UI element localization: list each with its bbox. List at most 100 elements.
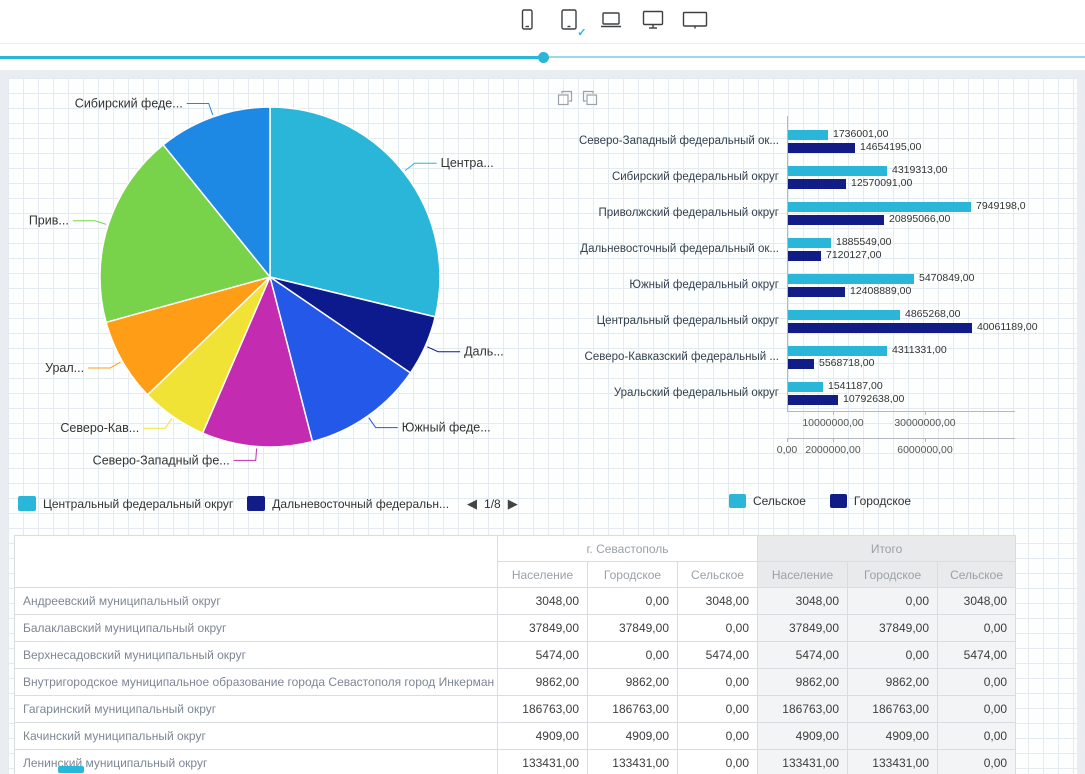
legend-item-urban[interactable]: Городское [830,494,911,508]
value-cell: 0,00 [938,723,1016,750]
value-cell: 0,00 [588,588,678,615]
pie-label-line [427,347,460,352]
pager-prev-button[interactable]: ◀ [467,497,477,510]
pie-slice-label: Северо-Кав... [60,421,139,435]
value-cell: 37849,00 [588,615,678,642]
bar-y-axis [787,116,788,411]
data-table-widget[interactable]: г. Севастополь Итого Население Городское… [14,535,1015,774]
value-cell: 133431,00 [758,750,848,774]
urban-bar[interactable] [788,287,845,297]
rural-bar-value: 4319313,00 [892,165,947,176]
urban-bar[interactable] [788,179,846,189]
table-row: Ленинский муниципальный округ133431,0013… [15,750,1016,774]
pie-slice-label: Прив... [29,214,69,228]
rural-bar-value: 1736001,00 [833,129,888,140]
widescreen-icon [681,7,709,36]
value-cell: 3048,00 [678,588,758,615]
rural-bar[interactable] [788,346,887,356]
slider-track-rest[interactable] [543,56,1085,58]
pie-label-line [73,221,106,225]
pie-slice-label: Южный феде... [402,421,491,435]
table-scrollbar-thumb[interactable] [58,766,84,773]
urban-bar[interactable] [788,359,814,369]
bar-category-label: Уральский федеральный округ [545,375,779,411]
legend-item-central[interactable]: Центральный федеральный округ [18,496,233,511]
pie-label-line [234,449,257,461]
urban-bar[interactable] [788,251,821,261]
axis-tick [925,411,926,415]
value-cell: 0,00 [938,750,1016,774]
bar-chart-widget[interactable]: Северо-Западный федеральный ок...1736001… [545,88,1077,534]
value-cell: 9862,00 [758,669,848,696]
slider-track-filled[interactable] [0,56,543,59]
legend-label: Центральный федеральный округ [43,497,233,511]
urban-bar-value: 10792638,00 [843,394,904,405]
legend-swatch [18,496,36,511]
value-cell: 37849,00 [498,615,588,642]
table-row: Гагаринский муниципальный округ186763,00… [15,696,1016,723]
row-name-cell: Качинский муниципальный округ [15,723,498,750]
device-toolbar: ✓ [0,0,1085,44]
axis-tick [833,438,834,442]
device-laptop-button[interactable] [596,7,626,37]
device-widescreen-button[interactable] [680,7,710,37]
corner-header-cell [15,536,498,588]
value-cell: 0,00 [938,615,1016,642]
legend-label: Сельское [753,494,806,508]
rural-bar[interactable] [788,130,828,140]
urban-bar[interactable] [788,395,838,405]
col-header: Сельское [938,562,1016,588]
pie-chart-widget[interactable]: Центра...Даль...Южный феде...Северо-Запа… [14,80,554,526]
slider-thumb[interactable] [538,52,549,63]
table-row: Внутригородское муниципальное образовани… [15,669,1016,696]
urban-bar-value: 40061189,00 [977,322,1038,333]
group-header-sevastopol: г. Севастополь [498,536,758,562]
urban-bar[interactable] [788,215,884,225]
value-cell: 0,00 [588,642,678,669]
scale-slider[interactable] [0,44,1085,70]
data-table: г. Севастополь Итого Население Городское… [14,535,1016,774]
value-cell: 5474,00 [938,642,1016,669]
urban-bar[interactable] [788,323,972,333]
legend-item-fareast[interactable]: Дальневосточный федеральн... [247,496,449,511]
device-monitor-button[interactable] [638,7,668,37]
pie-label-line [369,418,398,428]
urban-bar-value: 20895066,00 [889,214,950,225]
legend-pager: ◀ 1/8 ▶ [467,497,518,511]
urban-bar[interactable] [788,143,855,153]
selected-check-icon: ✓ [577,28,586,39]
rural-bar[interactable] [788,238,831,248]
rural-bar[interactable] [788,274,914,284]
row-name-cell: Балаклавский муниципальный округ [15,615,498,642]
pie-label-line [88,362,120,368]
rural-bar[interactable] [788,382,823,392]
value-cell: 37849,00 [848,615,938,642]
col-header: Городское [848,562,938,588]
value-cell: 186763,00 [588,696,678,723]
table-row: Качинский муниципальный округ4909,004909… [15,723,1016,750]
legend-label: Дальневосточный федеральн... [272,497,449,511]
device-tablet-button[interactable]: ✓ [554,7,584,37]
bar-x-axis-urban [787,411,1015,412]
pager-next-button[interactable]: ▶ [508,497,518,510]
value-cell: 3048,00 [938,588,1016,615]
pie-slice-label: Северо-Западный фе... [93,453,230,467]
axis-tick-label: 10000000,00 [788,417,878,429]
rural-bar-value: 1541187,00 [828,381,883,392]
col-header: Сельское [678,562,758,588]
value-cell: 4909,00 [848,723,938,750]
value-cell: 186763,00 [758,696,848,723]
value-cell: 133431,00 [498,750,588,774]
rural-bar-value: 5470849,00 [919,273,974,284]
rural-bar[interactable] [788,310,900,320]
legend-item-rural[interactable]: Сельское [729,494,806,508]
device-phone-button[interactable] [512,7,542,37]
dashboard-canvas: Центра...Даль...Южный феде...Северо-Запа… [8,78,1077,774]
value-cell: 0,00 [678,723,758,750]
group-header-total: Итого [758,536,1016,562]
axis-tick-label: 2000000,00 [788,444,878,456]
rural-bar[interactable] [788,166,887,176]
value-cell: 9862,00 [498,669,588,696]
rural-bar-value: 4865268,00 [905,309,960,320]
rural-bar[interactable] [788,202,971,212]
